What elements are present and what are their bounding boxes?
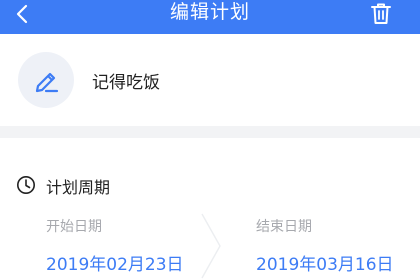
delete-button[interactable] xyxy=(366,0,396,28)
plan-period-title: 计划周期 xyxy=(46,178,111,197)
pencil-icon xyxy=(35,72,59,93)
task-icon-badge xyxy=(18,52,74,108)
edit-plan-screen: 编辑计划 记得吃饭 计划周期 开始日期 结束日期 2019年02月23日 201… xyxy=(0,0,420,280)
clock-icon xyxy=(17,176,35,194)
start-date-label: 开始日期 xyxy=(46,219,102,235)
plan-period-section: 计划周期 开始日期 结束日期 2019年02月23日 2019年03月16日 xyxy=(0,138,420,280)
task-name[interactable]: 记得吃饭 xyxy=(92,68,160,93)
trash-icon xyxy=(371,3,391,24)
chevron-right-icon xyxy=(201,213,221,279)
section-divider xyxy=(0,126,420,138)
end-date-value[interactable]: 2019年03月16日 xyxy=(256,250,394,275)
start-date-value[interactable]: 2019年02月23日 xyxy=(46,250,184,275)
task-card[interactable]: 记得吃饭 xyxy=(0,34,420,126)
page-title: 编辑计划 xyxy=(169,1,250,23)
end-date-label: 结束日期 xyxy=(256,219,312,235)
header-bar: 编辑计划 xyxy=(0,0,420,34)
